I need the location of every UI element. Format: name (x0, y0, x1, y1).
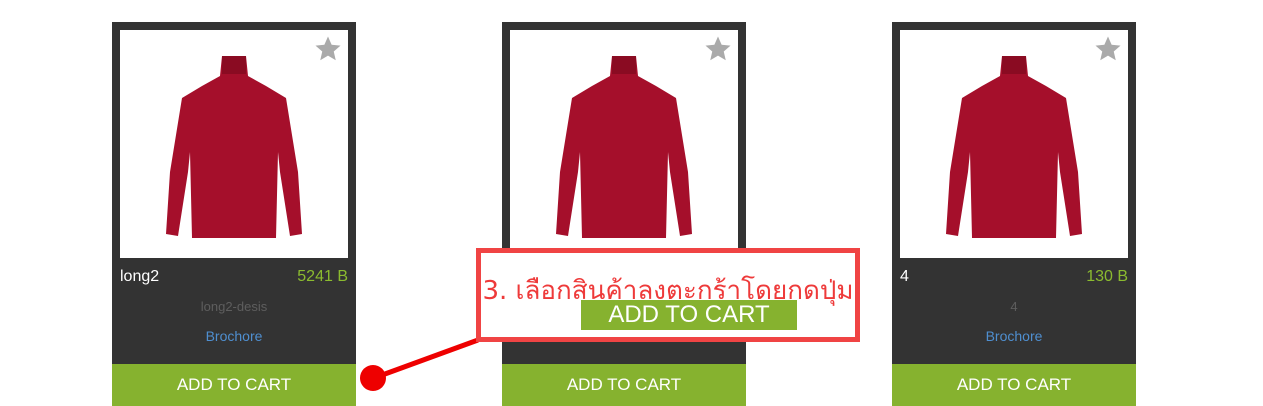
callout-add-to-cart-label: ADD TO CART (581, 300, 797, 330)
instruction-callout: 3. เลือกสินค้าลงตะกร้าโดยกดปุ่ม ADD TO C… (476, 248, 860, 342)
callout-pointer (360, 337, 479, 391)
